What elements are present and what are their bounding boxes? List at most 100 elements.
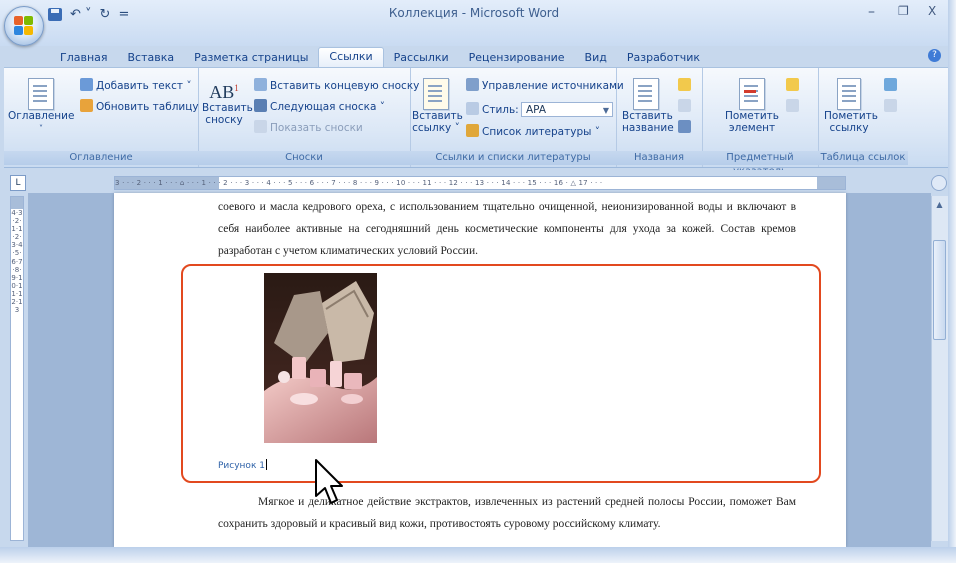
toc-button[interactable]: Оглавление ˅ [8, 78, 74, 135]
paragraph-top[interactable]: соевого и масла кедрового ореха, с испол… [218, 196, 796, 262]
tab-developer[interactable]: Разработчик [617, 49, 710, 67]
restore-button[interactable]: ❐ [898, 4, 909, 18]
manage-sources-button[interactable]: Управление источниками [466, 78, 624, 92]
insert-citation-label-1: Вставить [412, 110, 463, 122]
style-label: Стиль: [466, 102, 519, 116]
manage-sources-label: Управление источниками [482, 80, 624, 92]
style-label-text: Стиль: [482, 104, 519, 116]
group-label-citations: Ссылки и списки литературы [410, 151, 616, 165]
endnote-icon [254, 78, 267, 91]
insert-footnote-label-1: Вставить [202, 102, 253, 114]
mark-entry-label-1: Пометить [725, 110, 779, 122]
update-table-label: Обновить таблицу [96, 101, 199, 113]
mark-citation-label-2: ссылку [829, 122, 869, 134]
tab-insert[interactable]: Вставка [118, 49, 185, 67]
insert-index-button[interactable] [786, 78, 802, 92]
next-footnote-icon [254, 99, 267, 112]
show-notes-button[interactable]: Показать сноски [254, 120, 363, 134]
group-label-captions: Названия [616, 151, 702, 165]
insert-caption-icon [633, 78, 659, 110]
highlight-frame [181, 264, 821, 483]
insert-toa-button[interactable] [884, 78, 900, 92]
insert-table-of-figures-button[interactable] [678, 78, 694, 92]
ruler-scale: 3 · · · 2 · · · 1 · · · ⌂ · · · 1 · · · … [115, 179, 603, 187]
update-index-icon [786, 99, 799, 112]
show-notes-icon [254, 120, 267, 133]
tab-view[interactable]: Вид [575, 49, 617, 67]
insert-endnote-label: Вставить концевую сноску [270, 80, 420, 92]
help-icon[interactable]: ? [928, 49, 941, 62]
insert-toa-icon [884, 78, 897, 91]
bibliography-button[interactable]: Список литературы ˅ [466, 124, 600, 138]
insert-citation-button[interactable]: Вставить ссылку ˅ [412, 78, 463, 134]
scrollbar-thumb[interactable] [933, 240, 946, 340]
bibliography-label: Список литературы ˅ [482, 126, 600, 138]
add-text-button[interactable]: Добавить текст ˅ [80, 78, 192, 92]
update-index-button[interactable] [786, 99, 802, 113]
insert-footnote-button[interactable]: AB1 Вставить сноску [202, 78, 253, 126]
mark-citation-label-1: Пометить [824, 110, 878, 122]
paragraph-bottom[interactable]: Мягкое и деликатное действие экстрактов,… [218, 491, 796, 535]
scroll-up-icon[interactable]: ▲ [933, 198, 946, 211]
update-toa-icon [884, 99, 897, 112]
slide-edge-right [948, 0, 956, 563]
mouse-pointer-icon [315, 459, 343, 504]
group-footnotes: AB1 Вставить сноску Вставить концевую сн… [198, 68, 419, 167]
tab-review[interactable]: Рецензирование [459, 49, 575, 67]
group-captions: Вставить название Названия [616, 68, 703, 167]
citation-style-select[interactable]: APA ▼ [521, 102, 613, 117]
table-of-figures-icon [678, 78, 691, 91]
ribbon: Оглавление ˅ Добавить текст ˅ Обновить т… [4, 67, 948, 177]
tab-mailings[interactable]: Рассылки [384, 49, 459, 67]
toc-icon [28, 78, 54, 110]
insert-footnote-label-2: сноску [205, 114, 243, 126]
group-label-footnotes: Сноски [198, 151, 410, 165]
vertical-scrollbar[interactable]: ▲ [931, 196, 948, 541]
tab-selector[interactable]: L [10, 175, 26, 191]
close-button[interactable]: X [928, 4, 936, 18]
group-label-toc: Оглавление [4, 151, 198, 165]
ruler-area: L 3 · · · 2 · · · 1 · · · ⌂ · · · 1 · · … [0, 170, 948, 193]
manage-sources-icon [466, 78, 479, 91]
vertical-ruler[interactable]: 4·3·2·1·1·2·3·4·5·6·7·8·9·10·11·12·13 [10, 196, 24, 541]
update-table-button[interactable]: Обновить таблицу [80, 99, 199, 113]
citation-style-value: APA [526, 104, 547, 116]
insert-endnote-button[interactable]: Вставить концевую сноску [254, 78, 419, 92]
cross-reference-button[interactable] [678, 120, 694, 134]
insert-index-icon [786, 78, 799, 91]
insert-citation-icon [423, 78, 449, 110]
style-icon [466, 102, 479, 115]
group-label-toa: Таблица ссылок [818, 151, 908, 165]
bibliography-icon [466, 124, 479, 137]
insert-caption-button[interactable]: Вставить название [622, 78, 674, 134]
add-text-icon [80, 78, 93, 91]
mark-citation-button[interactable]: Пометить ссылку [824, 78, 878, 134]
update-figures-button[interactable] [678, 99, 694, 113]
show-notes-label: Показать сноски [270, 122, 363, 134]
update-table-icon [80, 99, 93, 112]
mark-entry-icon [739, 78, 765, 110]
update-figures-icon [678, 99, 691, 112]
mark-entry-label-2: элемент [728, 122, 776, 134]
next-footnote-button[interactable]: Следующая сноска ˅ [254, 99, 385, 113]
tab-home[interactable]: Главная [50, 49, 118, 67]
add-text-label: Добавить текст ˅ [96, 80, 192, 92]
horizontal-ruler[interactable]: 3 · · · 2 · · · 1 · · · ⌂ · · · 1 · · · … [114, 176, 846, 190]
group-index: Пометить элемент Предметный указатель [702, 68, 819, 177]
vertical-ruler-margin [11, 197, 23, 209]
title-bar: ↶ ˅ ↻ = Коллекция - Microsoft Word – ❐ X [0, 0, 948, 46]
group-toc: Оглавление ˅ Добавить текст ˅ Обновить т… [4, 68, 199, 167]
tab-page-layout[interactable]: Разметка страницы [184, 49, 318, 67]
tab-references[interactable]: Ссылки [318, 47, 384, 67]
minimize-button[interactable]: – [868, 4, 875, 20]
slide-edge-bottom [0, 547, 956, 563]
next-footnote-label: Следующая сноска ˅ [270, 101, 385, 113]
word-window: ↶ ˅ ↻ = Коллекция - Microsoft Word – ❐ X… [0, 0, 948, 547]
insert-caption-label-2: название [622, 122, 674, 134]
mark-entry-button[interactable]: Пометить элемент [722, 78, 782, 134]
view-ruler-icon[interactable] [931, 175, 947, 191]
mark-citation-icon [837, 78, 861, 110]
group-toa: Пометить ссылку Таблица ссылок [818, 68, 908, 167]
update-toa-button[interactable] [884, 99, 900, 113]
group-citations: Вставить ссылку ˅ Управление источниками… [410, 68, 624, 167]
